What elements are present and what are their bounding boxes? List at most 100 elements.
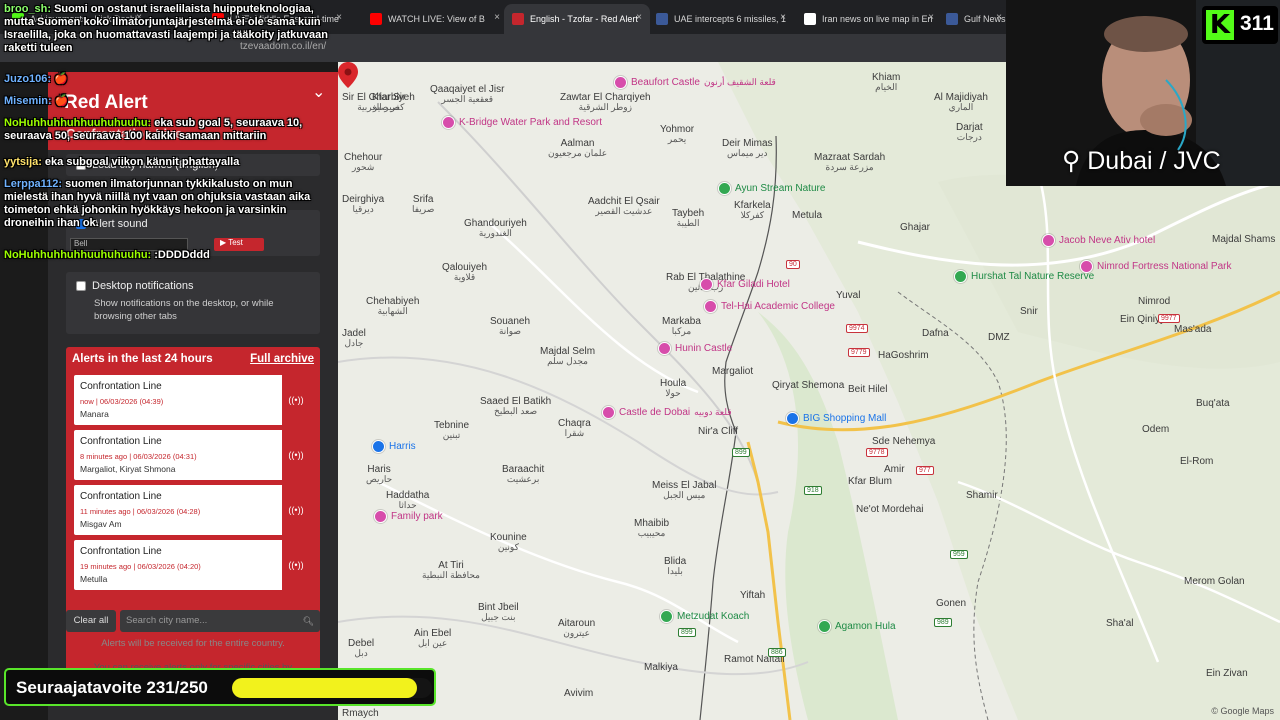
poi-marker[interactable]: Hunin Castle — [658, 342, 732, 355]
poi-marker[interactable]: BIG Shopping Mall — [786, 412, 886, 425]
desktop-notifications-checkbox[interactable] — [76, 281, 86, 291]
poi-marker[interactable]: Ayun Stream Nature — [718, 182, 825, 195]
place-label: Shamir — [966, 490, 998, 501]
poi-marker[interactable]: K-Bridge Water Park and Resort — [442, 116, 602, 129]
poi-pin-icon — [718, 182, 731, 195]
place-name: Amir — [884, 464, 905, 475]
tzofar-icon — [512, 13, 524, 25]
poi-pin-icon — [374, 510, 387, 523]
poi-marker[interactable]: Beaufort Castle قلعة الشقيف أرنون — [614, 76, 776, 89]
place-label: At Tiri محافظة النبطية — [422, 560, 480, 581]
poi-marker[interactable]: Hurshat Tal Nature Reserve — [954, 270, 1094, 283]
poi-marker[interactable]: Agamon Hula — [818, 620, 896, 633]
poi-marker[interactable]: Kfar Giladi Hotel — [700, 278, 790, 291]
alert-sound-icon[interactable]: ((•)) — [282, 540, 310, 590]
place-name-arabic: بليدا — [667, 566, 683, 576]
city-search-placeholder: Search city name... — [126, 615, 208, 626]
place-name-arabic: صعد البطيخ — [494, 406, 538, 416]
poi-pin-icon — [602, 406, 615, 419]
search-icon[interactable]: 🔍︎ — [303, 610, 314, 632]
place-label: Gonen — [936, 598, 966, 609]
poi-marker[interactable]: Harris — [372, 440, 416, 453]
chat-message: Misemin: 🍎 — [4, 95, 339, 108]
place-name-arabic: ديرقيا — [352, 204, 374, 214]
poi-label: Harris — [389, 441, 416, 452]
browser-tab[interactable]: Gulf News: × — [938, 4, 1010, 34]
place-name: DMZ — [988, 332, 1010, 343]
poi-marker[interactable]: Family park — [374, 510, 443, 523]
place-name: Qiryat Shemona — [772, 380, 845, 391]
alert-sound-icon[interactable]: ((•)) — [282, 375, 310, 425]
place-label: Ghandouriyeh الغندورية — [464, 218, 527, 239]
close-icon[interactable]: × — [996, 12, 1002, 23]
chat-overlay: broo_sh: Suomi on ostanut israelilaista h… — [0, 0, 345, 270]
browser-tab[interactable]: English - Tzofar - Red Alert × — [504, 4, 650, 34]
poi-label: Beaufort Castle — [631, 77, 700, 88]
place-label: Chehabiyeh الشهابية — [366, 296, 419, 317]
place-label: Snir — [1020, 306, 1038, 317]
poi-marker[interactable]: Metzudat Koach — [660, 610, 749, 623]
place-name-arabic: صوانة — [498, 326, 522, 336]
alert-card[interactable]: Confrontation Line 8 minutes ago | 06/03/… — [74, 430, 310, 480]
place-name-arabic: الخيام — [875, 82, 898, 92]
poi-marker[interactable]: Tel-Hai Academic College — [704, 300, 835, 313]
place-name-arabic: صريفا — [412, 204, 435, 214]
place-name: HaGoshrim — [878, 350, 929, 361]
place-name: Avivim — [564, 688, 594, 699]
place-label: Qalouiyeh قلاوية — [442, 262, 487, 283]
place-label: Srifa صريفا — [412, 194, 434, 215]
place-label: Nimrod — [1138, 296, 1170, 307]
place-name-arabic: قعقعية الجسر — [441, 94, 494, 104]
close-icon[interactable]: × — [928, 12, 934, 23]
place-name: Rmaych — [342, 708, 379, 719]
place-label: Houla حولا — [660, 378, 686, 399]
alert-card[interactable]: Confrontation Line 11 minutes ago | 06/03… — [74, 485, 310, 535]
place-name: Shamir — [966, 490, 998, 501]
place-name: Ein Zivan — [1206, 668, 1248, 679]
browser-tab[interactable]: UAE intercepts 6 missiles, 1 × — [648, 4, 794, 34]
chat-username: Misemin: — [4, 95, 52, 107]
poi-marker[interactable]: Castle de Dobai قلعة دوبيه — [602, 406, 732, 419]
poi-pin-icon — [818, 620, 831, 633]
place-label: Odem — [1142, 424, 1169, 435]
place-label: Sde Nehemya — [872, 436, 935, 447]
route-shield: 989 — [934, 618, 952, 627]
chat-message: NoHuhhuhhuhhuuhuhuuhu::DDDDddd — [4, 249, 339, 262]
place-label: Markaba مركبا — [662, 316, 701, 337]
alert-card[interactable]: Confrontation Line 19 minutes ago | 06/03… — [74, 540, 310, 590]
place-name: Kfar Blum — [848, 476, 892, 487]
browser-tab[interactable]: WATCH LIVE: View of B × — [362, 4, 508, 34]
place-label: Malkiya — [644, 662, 678, 673]
alert-sound-icon[interactable]: ((•)) — [282, 430, 310, 480]
poi-label: Hurshat Tal Nature Reserve — [971, 271, 1095, 282]
browser-tab[interactable]: Iran news on live map in En × — [796, 4, 942, 34]
place-label: Yohmor يحمر — [660, 124, 694, 145]
place-name: Beit Hilel — [848, 384, 888, 395]
place-label: Meiss El Jabal ميس الجبل — [652, 480, 716, 501]
chat-message: broo_sh: Suomi on ostanut israelilaista h… — [4, 3, 339, 55]
chat-message: Juzo106: 🍎 — [4, 73, 339, 86]
place-label: Baraachit برعشيت — [502, 464, 544, 485]
full-archive-link[interactable]: Full archive — [250, 353, 314, 365]
screen: Kfar Sir كفر صير Qaaqaiyet el Jisr قعقعية ا… — [0, 0, 1280, 720]
follower-goal: Seuraajatavoite 231/250 — [4, 668, 436, 706]
alert-sound-icon[interactable]: ((•)) — [282, 485, 310, 535]
place-label: Khiam الخيام — [872, 72, 900, 93]
city-search-input[interactable]: Search city name... 🔍︎ — [120, 610, 320, 632]
poi-marker[interactable]: Jacob Neve Ativ hotel — [1042, 234, 1155, 247]
place-label: Yuval — [836, 290, 860, 301]
place-label: Merom Golan — [1184, 576, 1245, 587]
poi-marker[interactable]: Nimrod Fortress National Park — [1080, 260, 1231, 273]
panel-note: Alerts will be received for the entire c… — [101, 638, 285, 649]
place-name-arabic: بنت جبيل — [481, 612, 516, 622]
place-name-arabic: محافظة النبطية — [422, 570, 480, 580]
place-name-arabic: حاريص — [366, 474, 393, 484]
place-name: Nimrod — [1138, 296, 1171, 307]
alert-card[interactable]: Confrontation Line now | 06/03/2026 (04:3… — [74, 375, 310, 425]
close-icon[interactable]: × — [636, 12, 642, 23]
clear-all-button[interactable]: Clear all — [66, 610, 116, 632]
place-label: Mhaibib محيبيب — [634, 518, 669, 539]
close-icon[interactable]: × — [780, 12, 786, 23]
close-icon[interactable]: × — [494, 12, 500, 23]
place-label: Saaed El Batikh صعد البطيخ — [480, 396, 551, 417]
